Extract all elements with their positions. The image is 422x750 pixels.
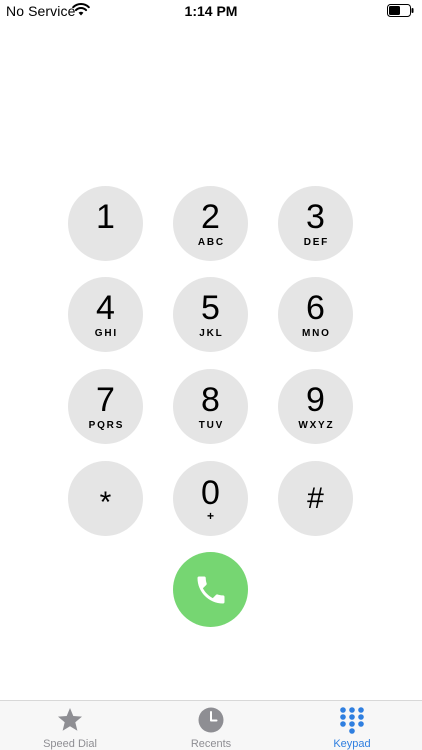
star-icon	[58, 708, 82, 731]
key-4[interactable]: 4 GHI	[68, 277, 143, 352]
tab-keypad[interactable]: Keypad	[282, 701, 422, 750]
key-letters: ABC	[197, 236, 225, 248]
key-2[interactable]: 2 ABC	[173, 186, 248, 261]
key-letters: +	[206, 508, 214, 523]
key-digit: #	[307, 481, 324, 515]
tab-speed-dial[interactable]: Speed Dial	[0, 701, 140, 750]
key-7[interactable]: 7 PQRS	[68, 369, 143, 444]
status-bar: No Service 1:14 PM	[0, 0, 422, 22]
key-0[interactable]: 0 +	[173, 461, 248, 536]
key-digit: 7	[96, 380, 115, 419]
tab-label: Recents	[190, 738, 232, 750]
key-digit: 8	[201, 380, 220, 419]
key-letters: TUV	[198, 419, 225, 431]
key-digit: 4	[96, 288, 115, 327]
dial-keypad: 1 2 ABC 3 DEF 4 GHI 5 JKL 6 MNO 7 PQRS 8…	[68, 186, 354, 536]
tab-label: Keypad	[333, 738, 371, 750]
phone-icon	[197, 576, 224, 603]
battery-icon	[387, 4, 414, 17]
key-3[interactable]: 3 DEF	[278, 186, 353, 261]
clock-icon	[198, 707, 224, 733]
key-letters: GHI	[94, 327, 118, 339]
key-letters: DEF	[303, 236, 330, 248]
call-button[interactable]	[173, 552, 248, 627]
key-digit: 1	[96, 197, 115, 236]
key-letters: JKL	[199, 327, 224, 339]
key-digit: 2	[201, 197, 220, 236]
key-1[interactable]: 1	[68, 186, 143, 261]
tab-label: Speed Dial	[43, 738, 97, 750]
key-letters: WXYZ	[298, 419, 335, 431]
tab-bar: Speed Dial Recents Keypad	[0, 700, 422, 750]
key-digit: *	[99, 485, 112, 519]
key-letters: PQRS	[88, 419, 125, 431]
key-digit: 3	[306, 197, 325, 236]
key-digit: 0	[201, 473, 220, 512]
key-letters: MNO	[302, 327, 331, 339]
key-8[interactable]: 8 TUV	[173, 369, 248, 444]
keypad-icon	[340, 707, 364, 734]
key-9[interactable]: 9 WXYZ	[278, 369, 353, 444]
key-star[interactable]: *	[68, 461, 143, 536]
key-digit: 5	[201, 288, 220, 327]
tab-recents[interactable]: Recents	[141, 701, 281, 750]
key-5[interactable]: 5 JKL	[173, 277, 248, 352]
key-6[interactable]: 6 MNO	[278, 277, 353, 352]
key-digit: 9	[306, 380, 325, 419]
status-time: 1:14 PM	[184, 3, 238, 19]
key-digit: 6	[306, 288, 325, 327]
key-hash[interactable]: #	[278, 461, 353, 536]
